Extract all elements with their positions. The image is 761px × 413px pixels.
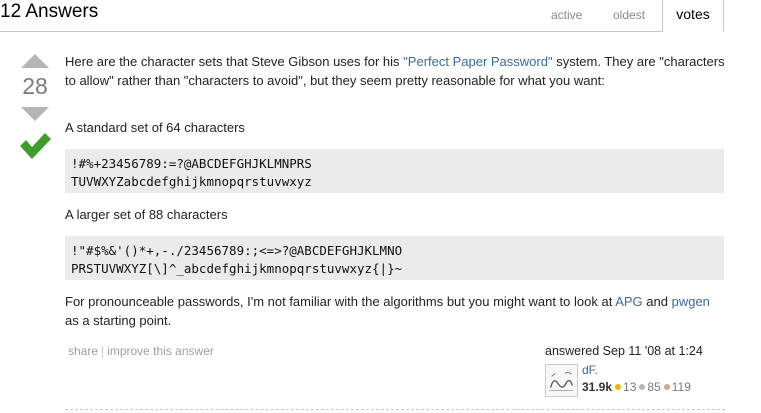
code-block-88-chars: !"#$%&'()*+,-./23456789:;<=>?@ABCDEFGHJK… bbox=[65, 236, 724, 280]
apg-link[interactable]: APG bbox=[615, 294, 642, 309]
improve-answer-link[interactable]: improve this answer bbox=[107, 344, 214, 358]
user-name-link[interactable]: dF. bbox=[582, 363, 598, 377]
answer-paragraph-1: Here are the character sets that Steve G… bbox=[65, 52, 725, 90]
tab-votes[interactable]: votes bbox=[662, 0, 724, 32]
gold-badge-count: 13 bbox=[623, 380, 637, 394]
bronze-badge-count: 119 bbox=[671, 380, 691, 394]
answered-timestamp[interactable]: answered Sep 11 '08 at 1:24 bbox=[545, 344, 720, 358]
answer-paragraph-4: For pronounceable passwords, I'm not fam… bbox=[65, 292, 725, 330]
paragraph-text: For pronounceable passwords, I'm not fam… bbox=[65, 294, 616, 309]
user-signature: answered Sep 11 '08 at 1:24 dF. 31.9k 13 8… bbox=[545, 344, 720, 397]
share-link[interactable]: share bbox=[68, 344, 98, 358]
answer-divider bbox=[65, 409, 725, 410]
upvote-arrow-icon[interactable] bbox=[21, 54, 49, 68]
tab-active[interactable]: active bbox=[551, 8, 582, 22]
vote-count: 28 bbox=[22, 73, 48, 99]
silver-badge-icon bbox=[639, 384, 646, 391]
answer-paragraph-3: A larger set of 88 characters bbox=[65, 207, 228, 222]
code-block-64-chars: !#%+23456789:=?@ABCDEFGHJKLMNPRS TUVWXYZ… bbox=[65, 149, 724, 193]
user-avatar[interactable] bbox=[545, 364, 578, 397]
gold-badge-icon bbox=[615, 384, 622, 391]
sort-tabs: active oldest votes bbox=[0, 0, 761, 32]
accepted-checkmark-icon bbox=[20, 133, 51, 159]
tab-oldest[interactable]: oldest bbox=[613, 8, 645, 22]
pwgen-link[interactable]: pwgen bbox=[672, 294, 710, 309]
paragraph-text: as a starting point. bbox=[65, 313, 172, 328]
bronze-badge-icon bbox=[663, 384, 670, 391]
paragraph-text: and bbox=[642, 294, 672, 309]
reputation-score: 31.9k bbox=[582, 380, 613, 394]
downvote-arrow-icon[interactable] bbox=[21, 107, 49, 121]
perfect-paper-password-link[interactable]: "Perfect Paper Password" bbox=[403, 54, 552, 69]
post-menu: share | improve this answer bbox=[68, 344, 214, 358]
paragraph-text: Here are the character sets that Steve G… bbox=[65, 54, 404, 69]
silver-badge-count: 85 bbox=[647, 380, 661, 394]
answer-paragraph-2: A standard set of 64 characters bbox=[65, 120, 245, 135]
menu-separator: | bbox=[101, 344, 105, 358]
user-reputation: 31.9k 13 85 119 bbox=[582, 380, 691, 394]
answers-header: 12 Answers active oldest votes bbox=[0, 0, 761, 32]
